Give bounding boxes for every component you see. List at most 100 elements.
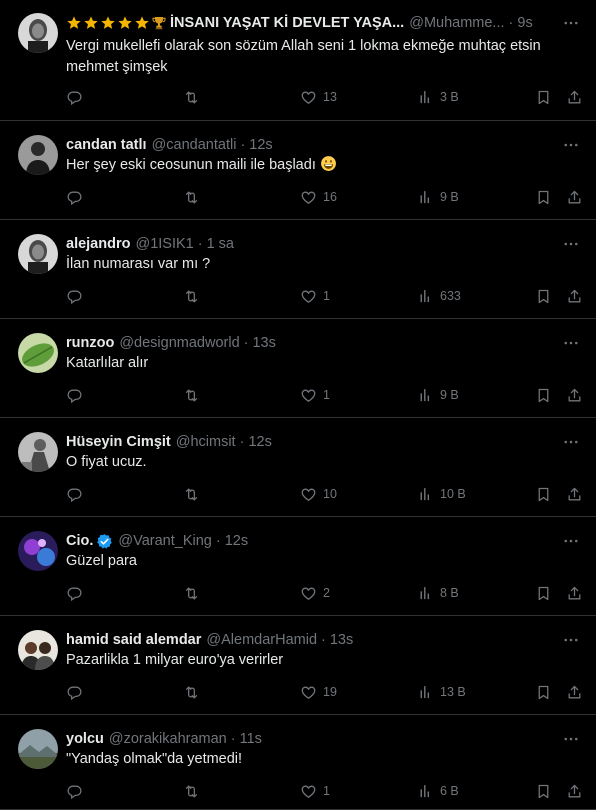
like-button[interactable]: 2 (300, 583, 330, 603)
like-button[interactable]: 1 (300, 385, 330, 405)
reply-icon (66, 486, 83, 503)
views-button[interactable]: 10 B (417, 484, 466, 504)
more-options-icon[interactable] (562, 730, 580, 748)
tweet[interactable]: Hüseyin Cimşit @hcimsit · 12s O fiyat ucuz. 1… (0, 418, 596, 517)
more-options-icon[interactable] (562, 532, 580, 550)
display-name[interactable]: yolcu (66, 730, 104, 748)
timestamp[interactable]: 12s (249, 136, 272, 154)
reply-button[interactable] (66, 484, 83, 504)
retweet-button[interactable] (183, 187, 200, 207)
verified-badge-icon[interactable] (96, 533, 113, 550)
tweet[interactable]: yolcu @zorakikahraman · 11s "Yandaş olmak"da… (0, 715, 596, 810)
views-button[interactable]: 8 B (417, 583, 459, 603)
bookmark-button[interactable] (535, 682, 552, 702)
more-options-icon[interactable] (562, 433, 580, 451)
share-button[interactable] (566, 583, 583, 603)
avatar[interactable] (18, 630, 58, 670)
bookmark-button[interactable] (535, 187, 552, 207)
avatar[interactable] (18, 531, 58, 571)
more-options-icon[interactable] (562, 334, 580, 352)
avatar[interactable] (18, 234, 58, 274)
retweet-button[interactable] (183, 583, 200, 603)
display-name[interactable]: candan tatlı (66, 136, 147, 154)
reply-button[interactable] (66, 385, 83, 405)
display-name[interactable]: Hüseyin Cimşit (66, 433, 171, 451)
bookmark-button[interactable] (535, 385, 552, 405)
bookmark-button[interactable] (535, 484, 552, 504)
tweet[interactable]: Cio. @Varant_King · 12s Güzel para 2 8 B (0, 517, 596, 616)
timestamp[interactable]: 13s (330, 631, 353, 649)
bookmark-button[interactable] (535, 781, 552, 801)
user-handle[interactable]: @AlemdarHamid (206, 631, 317, 649)
views-button[interactable]: 633 (417, 286, 461, 306)
like-button[interactable]: 1 (300, 286, 330, 306)
timestamp[interactable]: 11s (240, 730, 262, 748)
avatar[interactable] (18, 432, 58, 472)
user-handle[interactable]: @1ISIK1 (135, 235, 193, 253)
timestamp[interactable]: 12s (248, 433, 271, 451)
share-button[interactable] (566, 781, 583, 801)
retweet-button[interactable] (183, 385, 200, 405)
display-name[interactable]: runzoo (66, 334, 114, 352)
avatar[interactable] (18, 333, 58, 373)
tweet[interactable]: hamid said alemdar @AlemdarHamid · 13s Pazar… (0, 616, 596, 715)
avatar[interactable] (18, 13, 58, 53)
user-handle[interactable]: @hcimsit (176, 433, 236, 451)
timestamp[interactable]: 9s (517, 14, 532, 32)
share-button[interactable] (566, 187, 583, 207)
views-button[interactable]: 3 B (417, 87, 459, 107)
retweet-button[interactable] (183, 682, 200, 702)
reply-button[interactable] (66, 583, 83, 603)
more-options-icon[interactable] (562, 14, 580, 32)
user-handle[interactable]: @candantatli (152, 136, 237, 154)
timestamp[interactable]: 13s (252, 334, 275, 352)
share-button[interactable] (566, 484, 583, 504)
like-button[interactable]: 19 (300, 682, 337, 702)
share-button[interactable] (566, 385, 583, 405)
avatar[interactable] (18, 135, 58, 175)
user-handle[interactable]: @Varant_King (118, 532, 211, 550)
retweet-button[interactable] (183, 87, 200, 107)
like-button[interactable]: 10 (300, 484, 337, 504)
tweet[interactable]: candan tatlı @candantatli · 12s Her şey eski… (0, 121, 596, 220)
display-name[interactable]: İNSANI YAŞAT Kİ DEVLET YAŞA... (170, 14, 404, 32)
like-button[interactable]: 13 (300, 87, 337, 107)
bookmark-button[interactable] (535, 87, 552, 107)
tweet[interactable]: alejandro @1ISIK1 · 1 sa İlan numarası var m… (0, 220, 596, 319)
reply-button[interactable] (66, 781, 83, 801)
reply-button[interactable] (66, 682, 83, 702)
tweet-header: İNSANI YAŞAT Kİ DEVLET YAŞA... @Muhamme..… (66, 14, 556, 32)
user-handle[interactable]: @designmadworld (119, 334, 239, 352)
display-name[interactable]: alejandro (66, 235, 130, 253)
user-handle[interactable]: @Muhamme... (409, 14, 504, 32)
retweet-button[interactable] (183, 286, 200, 306)
tweet[interactable]: runzoo @designmadworld · 13s Katarlılar alır… (0, 319, 596, 418)
more-options-icon[interactable] (562, 235, 580, 253)
views-button[interactable]: 6 B (417, 781, 459, 801)
share-button[interactable] (566, 286, 583, 306)
timestamp[interactable]: 12s (225, 532, 248, 550)
more-options-icon[interactable] (562, 136, 580, 154)
reply-button[interactable] (66, 187, 83, 207)
views-button[interactable]: 9 B (417, 187, 459, 207)
user-handle[interactable]: @zorakikahraman (109, 730, 227, 748)
like-button[interactable]: 16 (300, 187, 337, 207)
views-button[interactable]: 9 B (417, 385, 459, 405)
more-options-icon[interactable] (562, 631, 580, 649)
views-button[interactable]: 13 B (417, 682, 466, 702)
avatar[interactable] (18, 729, 58, 769)
bookmark-button[interactable] (535, 583, 552, 603)
reply-button[interactable] (66, 87, 83, 107)
bookmark-button[interactable] (535, 286, 552, 306)
display-name[interactable]: Cio. (66, 532, 93, 550)
reply-button[interactable] (66, 286, 83, 306)
share-button[interactable] (566, 682, 583, 702)
timestamp[interactable]: 1 sa (207, 235, 234, 253)
retweet-button[interactable] (183, 781, 200, 801)
display-name[interactable]: hamid said alemdar (66, 631, 201, 649)
like-button[interactable]: 1 (300, 781, 330, 801)
retweet-button[interactable] (183, 484, 200, 504)
bookmark-icon (535, 783, 552, 800)
share-button[interactable] (566, 87, 583, 107)
tweet[interactable]: İNSANI YAŞAT Kİ DEVLET YAŞA... @Muhamme..… (0, 0, 596, 121)
